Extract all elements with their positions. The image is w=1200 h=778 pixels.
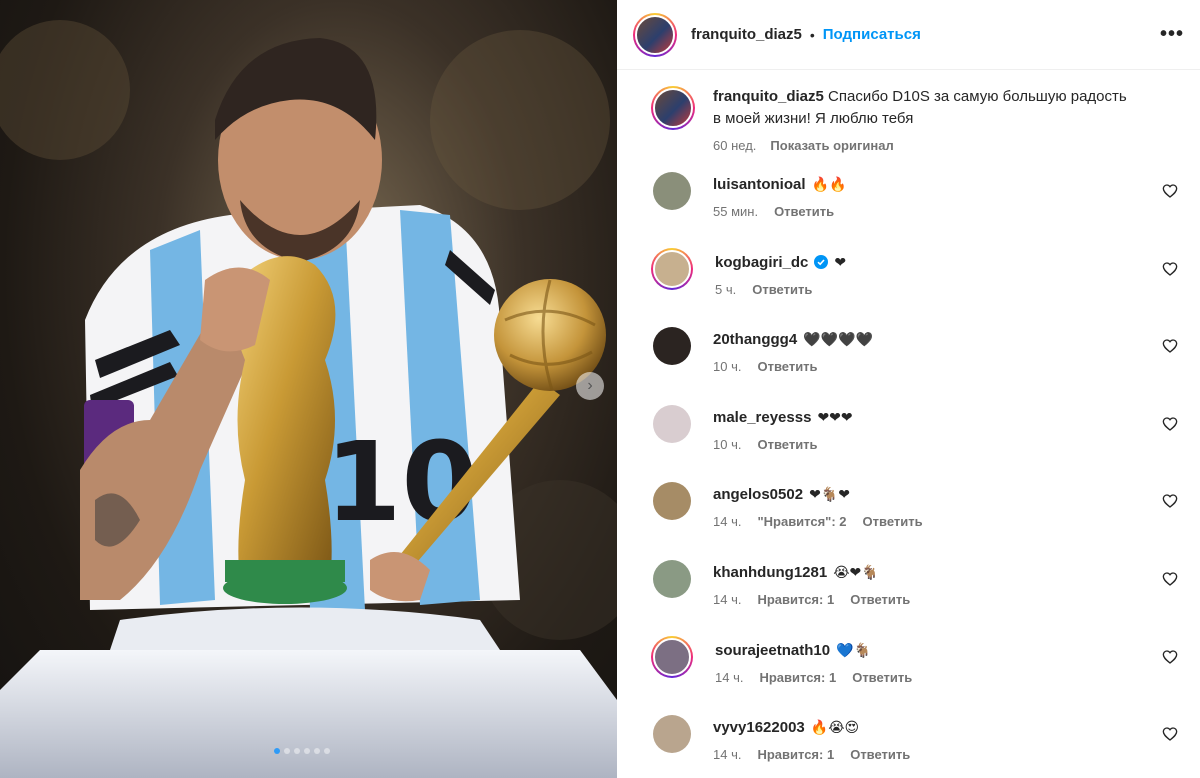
comment-username[interactable]: kogbagiri_dc xyxy=(715,254,808,271)
reply-button[interactable]: Ответить xyxy=(752,282,812,297)
post-caption: franquito_diaz5 Спасибо D10S за самую бо… xyxy=(617,70,1200,172)
svg-text:10: 10 xyxy=(325,418,478,546)
comment-username[interactable]: sourajeetnath10 xyxy=(715,642,830,659)
post-header: franquito_diaz5 • Подписаться ••• xyxy=(617,0,1200,70)
like-comment-heart-icon[interactable] xyxy=(1162,649,1178,665)
comment-text: ❤🐐❤ xyxy=(809,487,850,504)
caption-timestamp[interactable]: 60 нед. xyxy=(713,138,756,153)
comment-timestamp[interactable]: 10 ч. xyxy=(713,437,741,452)
comment-timestamp[interactable]: 14 ч. xyxy=(713,592,741,607)
verified-badge-icon xyxy=(814,254,829,269)
comment-timestamp[interactable]: 14 ч. xyxy=(715,670,743,685)
commenter-avatar[interactable] xyxy=(653,560,691,598)
comment-username[interactable]: 20thanggg4 xyxy=(713,331,797,348)
comment-item: luisantonioal 🔥🔥 55 мин. Ответить xyxy=(617,172,1200,250)
comment-text: ❤❤❤ xyxy=(817,409,853,426)
slide-dot xyxy=(274,748,280,754)
comment-username[interactable]: vyvy1622003 xyxy=(713,719,805,736)
caption-username[interactable]: franquito_diaz5 xyxy=(713,88,824,105)
comment-timestamp[interactable]: 55 мин. xyxy=(713,204,758,219)
commenter-avatar[interactable] xyxy=(653,327,691,366)
comment-username[interactable]: male_reyesss xyxy=(713,409,811,426)
commenter-avatar[interactable] xyxy=(651,247,693,290)
comment-username[interactable]: khanhdung1281 xyxy=(713,564,827,581)
chevron-right-icon: › xyxy=(587,377,593,394)
comment-text: 🖤🖤🖤🖤 xyxy=(803,332,873,349)
reply-button[interactable]: Ответить xyxy=(850,747,910,762)
comment-timestamp[interactable]: 5 ч. xyxy=(715,282,736,297)
comment-timestamp[interactable]: 14 ч. xyxy=(713,747,741,762)
reply-button[interactable]: Ответить xyxy=(863,514,923,529)
like-comment-heart-icon[interactable] xyxy=(1162,493,1178,509)
comment-item: khanhdung1281 😭❤🐐 14 ч. Нравится: 1 Ответить xyxy=(617,560,1200,638)
reply-button[interactable]: Ответить xyxy=(850,592,910,607)
slide-dot xyxy=(284,748,290,754)
like-comment-heart-icon[interactable] xyxy=(1162,416,1178,432)
reply-button[interactable]: Ответить xyxy=(757,437,817,452)
comment-text: 😭❤🐐 xyxy=(833,565,879,581)
comment-timestamp[interactable]: 14 ч. xyxy=(713,514,741,529)
comment-text: 💙🐐 xyxy=(836,642,871,659)
comment-item: male_reyesss ❤❤❤ 10 ч. Ответить xyxy=(617,404,1200,483)
comment-likes-count[interactable]: Нравится: 1 xyxy=(757,747,834,762)
slide-dot xyxy=(324,748,330,754)
next-slide-button[interactable]: › xyxy=(576,372,604,400)
more-options-icon[interactable]: ••• xyxy=(1160,23,1184,46)
caption-author-avatar[interactable] xyxy=(651,86,695,130)
reply-button[interactable]: Ответить xyxy=(774,204,834,219)
post-photo: 10 xyxy=(0,20,617,778)
comment-text: 🔥😭😍 xyxy=(810,720,860,737)
reply-button[interactable]: Ответить xyxy=(757,359,817,374)
author-username[interactable]: franquito_diaz5 xyxy=(691,26,802,43)
slide-dot xyxy=(294,748,300,754)
comment-likes-count[interactable]: Нравится: 1 xyxy=(757,592,834,607)
comment-username[interactable]: angelos0502 xyxy=(713,486,803,503)
like-comment-heart-icon[interactable] xyxy=(1162,261,1178,277)
comment-item: angelos0502 ❤🐐❤ 14 ч. "Нравится": 2 Ответить xyxy=(617,482,1200,560)
like-comment-heart-icon[interactable] xyxy=(1162,726,1178,742)
commenter-avatar[interactable] xyxy=(653,172,691,210)
post-sidebar: franquito_diaz5 • Подписаться ••• franqu… xyxy=(617,0,1200,778)
slide-indicator xyxy=(274,748,330,754)
slide-dot xyxy=(314,748,320,754)
comment-username[interactable]: luisantonioal xyxy=(713,176,806,193)
comment-timestamp[interactable]: 10 ч. xyxy=(713,359,741,374)
comment-text: ❤ xyxy=(834,254,847,271)
comment-likes-count[interactable]: Нравится: 1 xyxy=(759,670,836,685)
reply-button[interactable]: Ответить xyxy=(852,670,912,685)
like-comment-heart-icon[interactable] xyxy=(1162,183,1178,199)
author-avatar[interactable] xyxy=(633,12,677,57)
commenter-avatar[interactable] xyxy=(653,404,691,443)
comment-item: kogbagiri_dc ❤ 5 ч. Ответить xyxy=(617,247,1200,328)
comment-item: vyvy1622003 🔥😭😍 14 ч. Нравится: 1 Ответить xyxy=(617,715,1200,778)
commenter-avatar[interactable] xyxy=(653,482,691,521)
comment-likes-count[interactable]: "Нравится": 2 xyxy=(757,514,846,529)
like-comment-heart-icon[interactable] xyxy=(1162,571,1178,587)
comment-text: 🔥🔥 xyxy=(811,177,847,193)
commenter-avatar[interactable] xyxy=(653,715,691,754)
show-original-link[interactable]: Показать оригинал xyxy=(770,138,893,153)
commenter-avatar[interactable] xyxy=(651,635,693,678)
like-comment-heart-icon[interactable] xyxy=(1162,338,1178,354)
post-media[interactable]: 10 › xyxy=(0,0,617,778)
follow-button[interactable]: Подписаться xyxy=(823,26,921,43)
slide-dot xyxy=(304,748,310,754)
separator-dot: • xyxy=(809,26,815,43)
comment-item: 20thanggg4 🖤🖤🖤🖤 10 ч. Ответить xyxy=(617,327,1200,405)
comment-item: sourajeetnath10 💙🐐 14 ч. Нравится: 1 Ответит… xyxy=(617,635,1200,716)
